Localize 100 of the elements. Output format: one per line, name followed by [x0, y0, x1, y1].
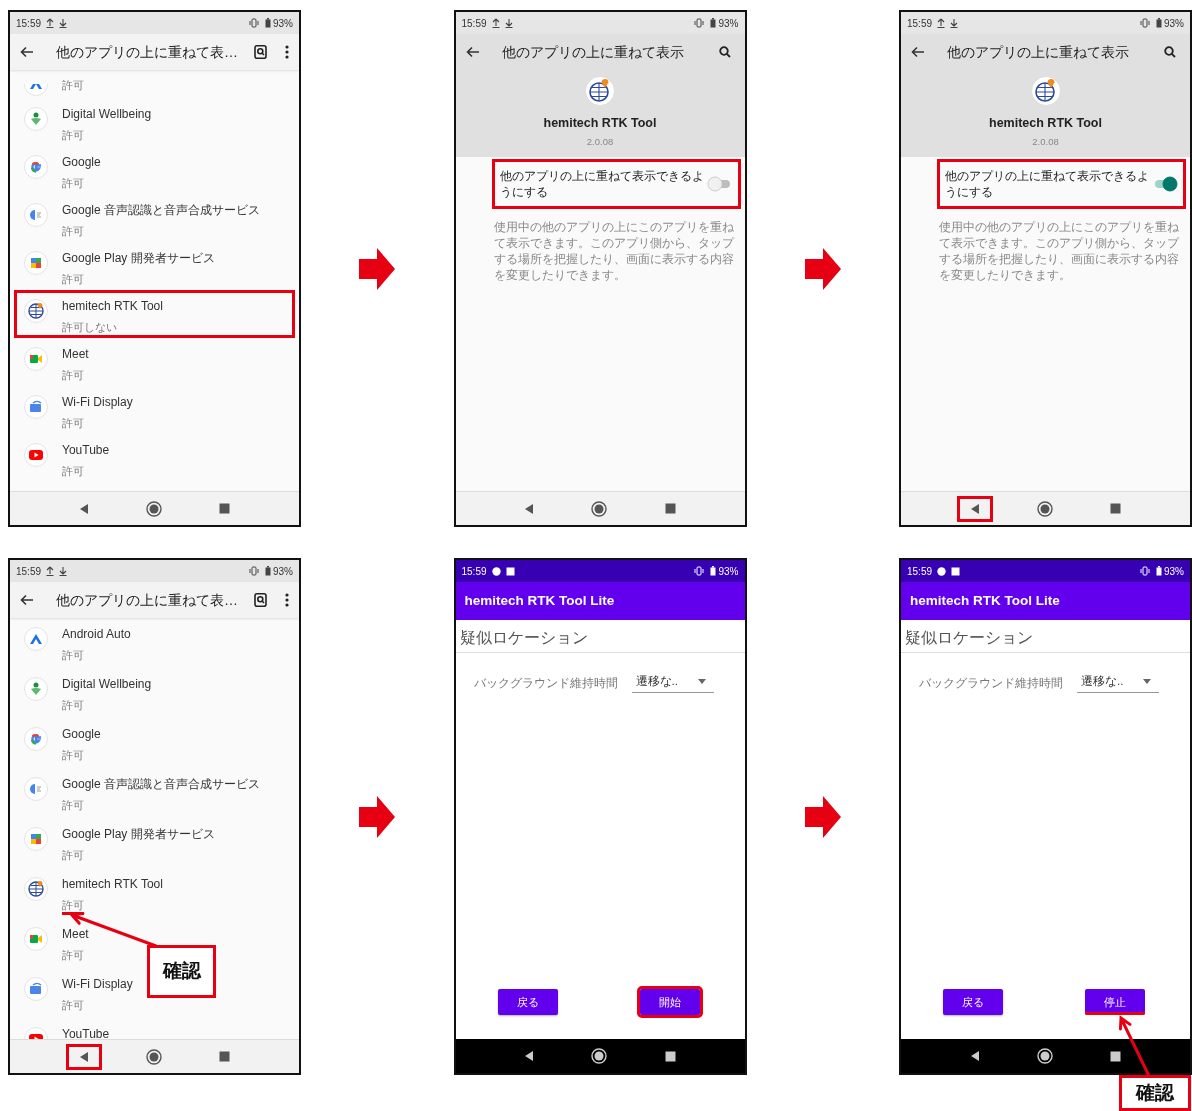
app-name: YouTube — [62, 1027, 110, 1039]
app-name: Meet — [62, 347, 89, 362]
back-button[interactable] — [20, 46, 34, 58]
search-button[interactable] — [254, 45, 267, 59]
battery-level: 93% — [1164, 16, 1184, 31]
battery-level: 93% — [273, 16, 293, 31]
home-circle-icon — [146, 500, 162, 517]
overlay-permission-row[interactable]: 他のアプリの上に重ねて表示できるようにする — [491, 159, 741, 209]
action-button[interactable]: 停止 — [1085, 989, 1145, 1015]
search-icon — [254, 45, 267, 59]
app-list-item[interactable]: Google 音声認識と音声合成サービス 許可 — [14, 194, 269, 242]
upload-icon — [46, 18, 55, 28]
app-list-item[interactable]: 許可 — [14, 70, 92, 98]
battery-icon — [265, 566, 271, 576]
right-arrow-icon — [359, 247, 396, 290]
app-name: Google — [62, 727, 101, 742]
puzzle-icon — [24, 251, 48, 275]
status-time: 15:59 — [461, 16, 487, 31]
video-camera-icon — [24, 927, 48, 951]
google-icon — [24, 727, 48, 751]
vibrate-icon — [248, 18, 260, 28]
app-list-item[interactable]: Google 許可 — [14, 718, 109, 768]
app-list-item[interactable]: Wi-Fi Display 許可 — [14, 968, 141, 1018]
home-circle-icon — [591, 1048, 608, 1064]
app-list-item[interactable]: Android Auto 許可 — [14, 618, 139, 668]
download-icon — [950, 18, 959, 28]
app-bar-title: hemitech RTK Tool Lite — [455, 582, 745, 620]
app-name: Google Play 開発者サービス — [62, 827, 215, 842]
status-time: 15:59 — [461, 564, 487, 579]
right-arrow-icon — [359, 795, 396, 838]
more-options-icon — [285, 45, 289, 59]
dropdown[interactable]: 遷移な.. — [1077, 673, 1159, 694]
app-list-item[interactable]: Google Play 開発者サービス 許可 — [14, 242, 223, 290]
globe-icon — [585, 76, 615, 106]
app-list-item[interactable]: Digital Wellbeing 許可 — [14, 98, 160, 146]
toggle-label: 他のアプリの上に重ねて表示できるようにする — [945, 168, 1150, 200]
wifi-display-icon — [24, 977, 48, 1001]
app-list-item[interactable]: Wi-Fi Display 許可 — [14, 386, 141, 434]
app-list-item[interactable]: hemitech RTK Tool 許可しない — [14, 290, 295, 338]
app-list-item[interactable]: YouTube 許可 — [14, 434, 118, 482]
speech-icon — [24, 203, 48, 227]
back-button[interactable] — [911, 46, 925, 58]
dropdown[interactable]: 遷移な.. — [631, 673, 714, 694]
home-circle-icon — [146, 1048, 162, 1065]
download-icon — [59, 566, 68, 576]
app-name: Meet — [62, 927, 89, 942]
download-icon — [59, 18, 68, 28]
back-button[interactable] — [20, 594, 34, 606]
app-name: Google 音声認識と音声合成サービス — [62, 777, 261, 792]
back-triangle-icon — [969, 502, 980, 515]
action-button[interactable]: 開始 — [639, 989, 700, 1015]
square-icon — [664, 503, 676, 514]
permission-status: 許可 — [62, 998, 84, 1012]
toggle-switch[interactable] — [1152, 176, 1178, 192]
app-name: Digital Wellbeing — [62, 677, 152, 692]
screen-title: 他のアプリの上に重ねて表… — [55, 590, 239, 610]
overlay-permission-row[interactable]: 他のアプリの上に重ねて表示できるようにする — [937, 159, 1186, 209]
permission-status: 許可 — [62, 948, 84, 962]
back-triangle-icon — [524, 502, 535, 515]
battery-icon — [710, 18, 717, 28]
caret-icon — [697, 679, 706, 685]
toggle-switch[interactable] — [706, 176, 733, 192]
app-list-item[interactable]: Google Play 開発者サービス 許可 — [14, 818, 223, 868]
permission-status: 許可 — [62, 698, 84, 712]
setting-label: バックグラウンド維持時間 — [919, 675, 1063, 691]
status-time: 15:59 — [16, 564, 42, 579]
section-heading: 疑似ロケーション — [901, 620, 1190, 653]
screen-title: 他のアプリの上に重ねて表… — [55, 42, 239, 62]
back-nav-button[interactable] — [68, 1046, 99, 1067]
home-circle-icon — [1037, 1048, 1053, 1064]
back-arrow-icon — [20, 46, 34, 58]
search-button[interactable] — [254, 593, 267, 607]
app-list-item[interactable]: hemitech RTK Tool 許可 — [14, 868, 171, 918]
app-list-item[interactable]: Google 許可 — [14, 146, 109, 194]
app-list-item[interactable]: Meet 許可 — [14, 918, 97, 968]
app-list-item[interactable]: Digital Wellbeing 許可 — [14, 668, 160, 718]
square-icon — [219, 503, 231, 514]
battery-level: 93% — [718, 564, 739, 579]
battery-level: 93% — [1164, 564, 1184, 579]
permission-status: 許可 — [62, 848, 84, 862]
app-title: hemitech RTK Tool — [989, 115, 1102, 132]
action-button[interactable]: 戻る — [497, 989, 558, 1015]
back-arrow-icon — [911, 46, 925, 58]
permission-status: 許可 — [62, 798, 84, 812]
battery-icon — [265, 18, 271, 28]
back-triangle-icon — [78, 1050, 89, 1063]
battery-icon — [710, 566, 717, 576]
app-list-item[interactable]: Google 音声認識と音声合成サービス 許可 — [14, 768, 269, 818]
back-arrow-icon — [20, 594, 34, 606]
wellbeing-icon — [24, 107, 48, 131]
square-icon — [1110, 503, 1122, 514]
square-icon — [1110, 1050, 1122, 1062]
back-button[interactable] — [465, 46, 480, 58]
upload-icon — [46, 566, 55, 576]
back-nav-button[interactable] — [959, 498, 990, 519]
action-button[interactable]: 戻る — [943, 989, 1003, 1015]
callout-label: 確認 — [1119, 1075, 1191, 1111]
app-list-item[interactable]: Meet 許可 — [14, 338, 97, 386]
play-icon — [24, 443, 48, 467]
app-name: hemitech RTK Tool — [62, 299, 163, 314]
